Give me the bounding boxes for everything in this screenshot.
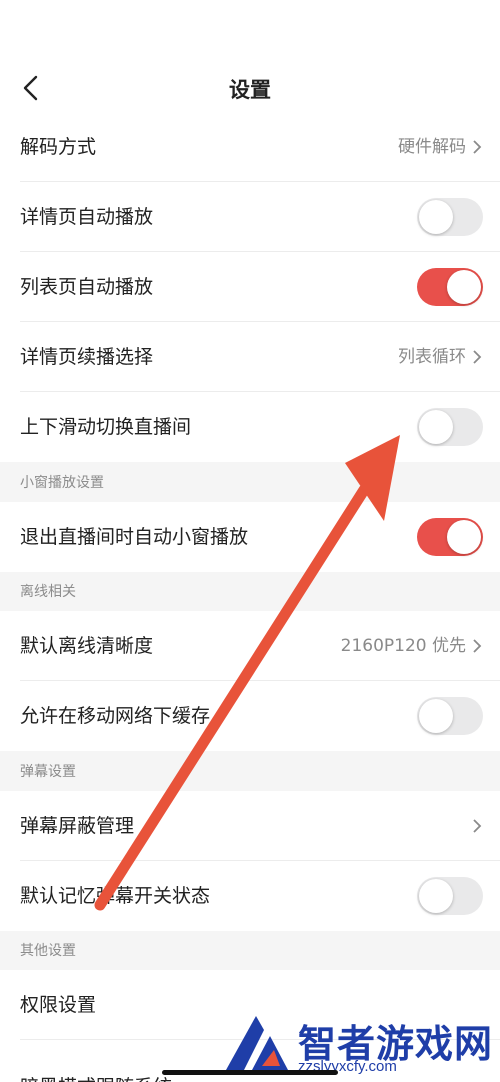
swipe-live-toggle[interactable] [417,408,483,446]
danmaku-memory-toggle[interactable] [417,877,483,915]
chevron-right-icon [473,819,482,833]
section-header-mini-window: 小窗播放设置 [0,464,500,502]
section-header-other: 其他设置 [0,932,500,970]
setting-label: 列表页自动播放 [20,276,154,298]
setting-label: 详情页自动播放 [20,206,154,228]
setting-detail-autoplay: 详情页自动播放 [0,182,500,252]
chevron-right-icon [473,639,482,653]
detail-autoplay-toggle[interactable] [417,198,483,236]
setting-list-autoplay: 列表页自动播放 [0,252,500,322]
section-header-danmaku: 弹幕设置 [0,753,500,791]
header: 设置 [0,0,500,112]
setting-label: 权限设置 [20,994,97,1016]
section-label: 离线相关 [20,584,76,600]
setting-danmaku-block[interactable]: 弹幕屏蔽管理 [0,791,500,861]
page-title: 设置 [229,78,271,102]
watermark-logo-icon [226,1016,288,1070]
setting-label: 退出直播间时自动小窗播放 [20,526,249,548]
toggle-knob [419,879,453,913]
setting-value: 硬件解码 [398,137,466,157]
toggle-knob [419,410,453,444]
setting-label: 弹幕屏蔽管理 [20,815,135,837]
mobile-cache-toggle[interactable] [417,697,483,735]
setting-label: 允许在移动网络下缓存 [20,705,211,727]
toggle-knob [447,520,481,554]
setting-label: 暗黑模式跟随系统 [20,1052,172,1082]
setting-decode[interactable]: 解码方式 硬件解码 [0,112,500,182]
home-indicator [162,1070,338,1075]
setting-swipe-live: 上下滑动切换直播间 [0,392,500,462]
setting-detail-continue[interactable]: 详情页续播选择 列表循环 [0,322,500,392]
setting-label: 详情页续播选择 [20,346,154,368]
section-label: 小窗播放设置 [20,475,104,491]
section-label: 弹幕设置 [20,764,76,780]
setting-label: 解码方式 [20,136,97,158]
list-autoplay-toggle[interactable] [417,268,483,306]
setting-label: 默认离线清晰度 [20,635,154,657]
toggle-knob [419,200,453,234]
toggle-knob [447,270,481,304]
section-label: 其他设置 [20,943,76,959]
toggle-knob [419,699,453,733]
chevron-right-icon [473,140,482,154]
setting-mobile-cache: 允许在移动网络下缓存 [0,681,500,751]
setting-value: 2160P120 优先 [340,636,466,656]
section-header-offline: 离线相关 [0,573,500,611]
setting-offline-quality[interactable]: 默认离线清晰度 2160P120 优先 [0,611,500,681]
setting-exit-live-mini: 退出直播间时自动小窗播放 [0,502,500,572]
setting-label: 默认记忆弹幕开关状态 [20,885,211,907]
setting-value: 列表循环 [398,347,466,367]
chevron-right-icon [473,350,482,364]
setting-danmaku-memory: 默认记忆弹幕开关状态 [0,861,500,931]
setting-label: 上下滑动切换直播间 [20,416,192,438]
exit-live-mini-toggle[interactable] [417,518,483,556]
